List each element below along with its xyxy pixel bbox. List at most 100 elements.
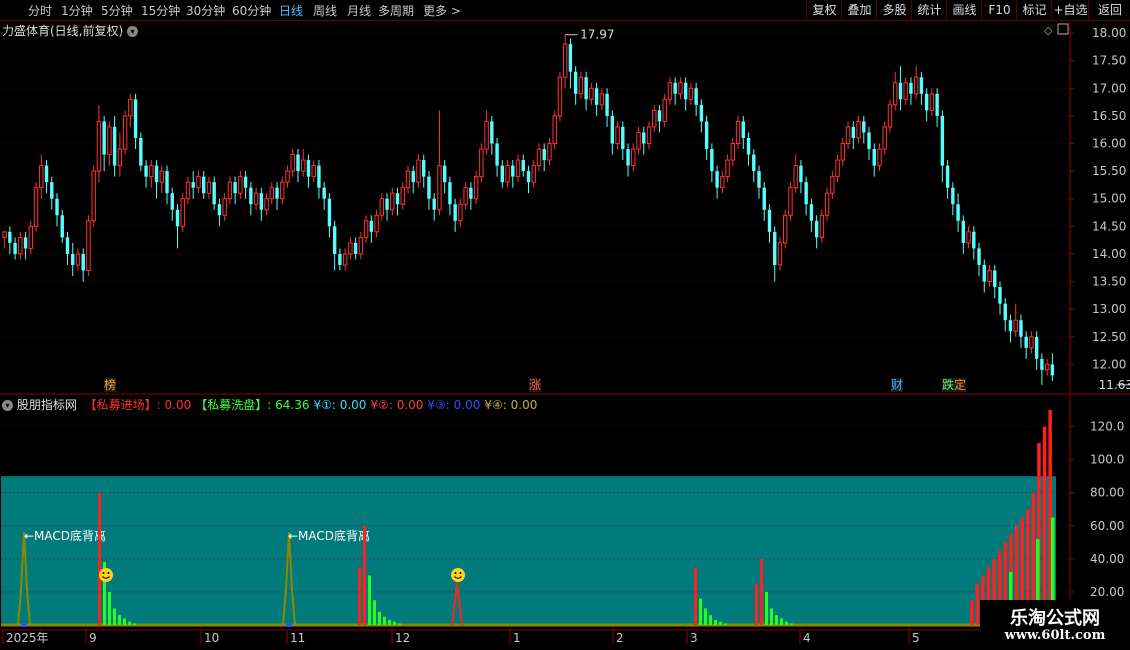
candle-body <box>91 170 96 222</box>
candle-body <box>804 182 808 205</box>
red-bar <box>760 558 763 625</box>
toolbar-button-5[interactable]: F10 <box>981 0 1017 20</box>
candle-body <box>165 171 169 194</box>
candle-body <box>977 248 981 265</box>
green-bar <box>368 575 371 625</box>
candle-body <box>154 165 159 183</box>
candle-body <box>317 165 321 188</box>
candle-body <box>788 187 793 216</box>
candle-body <box>65 237 70 254</box>
red-bar <box>694 567 697 625</box>
tab-10[interactable]: 更多 > <box>423 2 461 19</box>
candle-body <box>877 148 882 167</box>
candle-body <box>746 137 751 155</box>
candle-body <box>416 159 421 183</box>
candle-body <box>909 82 913 94</box>
y-tick-label: 17.50 <box>1092 54 1126 68</box>
tab-5[interactable]: 60分钟 <box>232 2 271 19</box>
indicator-fill-area <box>1 476 1056 625</box>
candle-body <box>290 154 295 172</box>
toolbar-button-8[interactable]: 返回 <box>1088 0 1130 20</box>
candle-body <box>427 176 431 199</box>
candle-body <box>987 270 992 283</box>
candle-body <box>913 76 919 95</box>
y-tick-label: 16.00 <box>1092 136 1126 150</box>
green-bar <box>770 608 773 625</box>
candle-body <box>767 209 772 232</box>
green-bar <box>393 621 396 625</box>
ind-y-tick-label: 40.00 <box>1090 552 1124 566</box>
candle-body <box>720 176 725 189</box>
toolbar-button-1[interactable]: 叠加 <box>841 0 877 20</box>
candle-body <box>133 99 138 138</box>
candle-body <box>552 115 557 144</box>
candle-body <box>626 149 630 166</box>
toolbar-button-3[interactable]: 统计 <box>911 0 947 20</box>
tab-7[interactable]: 周线 <box>313 2 337 19</box>
candle-body <box>1029 336 1034 349</box>
candle-body <box>18 236 23 255</box>
candle-body <box>458 203 463 222</box>
green-bar <box>719 621 722 625</box>
tab-6[interactable]: 日线 <box>279 2 303 19</box>
candle-body <box>55 198 59 216</box>
candle-body <box>33 187 39 227</box>
candle-body <box>159 170 164 183</box>
green-bar <box>780 618 783 625</box>
candle-body <box>982 264 986 282</box>
tab-8[interactable]: 月线 <box>347 2 371 19</box>
candle-body <box>348 242 353 255</box>
candle-body <box>972 231 976 249</box>
toolbar-button-7[interactable]: +自选 <box>1051 0 1089 20</box>
candle-body <box>374 214 379 233</box>
toolbar-button-2[interactable]: 多股 <box>876 0 912 20</box>
candle-body <box>311 165 316 178</box>
candle-body <box>222 198 227 216</box>
candle-body <box>269 187 275 200</box>
candle-body <box>280 181 285 200</box>
candle-body <box>945 165 950 188</box>
candle-body <box>233 182 237 194</box>
candle-body <box>1003 303 1007 321</box>
candle-body <box>694 88 698 105</box>
tab-1[interactable]: 1分钟 <box>61 2 93 19</box>
candle-body <box>678 82 683 95</box>
candle-body <box>862 121 866 133</box>
smiley-eye <box>454 572 457 574</box>
candle-body <box>201 176 206 194</box>
tab-3[interactable]: 15分钟 <box>141 2 180 19</box>
candle-body <box>898 82 903 100</box>
toolbar-button-0[interactable]: 复权 <box>806 0 842 20</box>
candle-body <box>1019 320 1023 337</box>
green-bar <box>133 623 136 625</box>
tab-4[interactable]: 30分钟 <box>186 2 225 19</box>
candle-body <box>23 237 28 249</box>
y-tick-label: 15.00 <box>1092 192 1126 206</box>
event-marker: 涨 <box>529 377 541 392</box>
candle-body <box>296 154 300 172</box>
candle-body <box>50 182 54 199</box>
toolbar-button-6[interactable]: 标记 <box>1016 0 1052 20</box>
candle-body <box>542 149 546 161</box>
tab-0[interactable]: 分时 <box>28 2 52 19</box>
kline-chart[interactable]: 18.00 17.50 17.00 16.50 16.00 15.50 15.00 14.50… <box>0 20 1130 650</box>
candle-body <box>777 242 783 266</box>
candle-body <box>935 93 939 116</box>
candle-body <box>86 220 91 272</box>
event-marker: 财 <box>891 378 903 392</box>
macd-peak-base <box>286 623 292 627</box>
y-tick-label: 13.00 <box>1092 302 1126 316</box>
candle-body <box>773 231 777 265</box>
toolbar-button-4[interactable]: 画线 <box>946 0 982 20</box>
candle-body <box>285 170 290 183</box>
watermark-title: 乐淘公式网 <box>1010 608 1100 629</box>
candle-body <box>102 121 106 155</box>
tab-2[interactable]: 5分钟 <box>101 2 133 19</box>
candle-body <box>646 126 652 144</box>
candle-body <box>39 165 44 189</box>
ind-y-tick-label: 120.0 <box>1090 420 1124 434</box>
candle-body <box>903 82 908 100</box>
red-bar <box>970 600 974 625</box>
red-bar <box>975 583 980 625</box>
tab-9[interactable]: 多周期 <box>378 2 414 19</box>
